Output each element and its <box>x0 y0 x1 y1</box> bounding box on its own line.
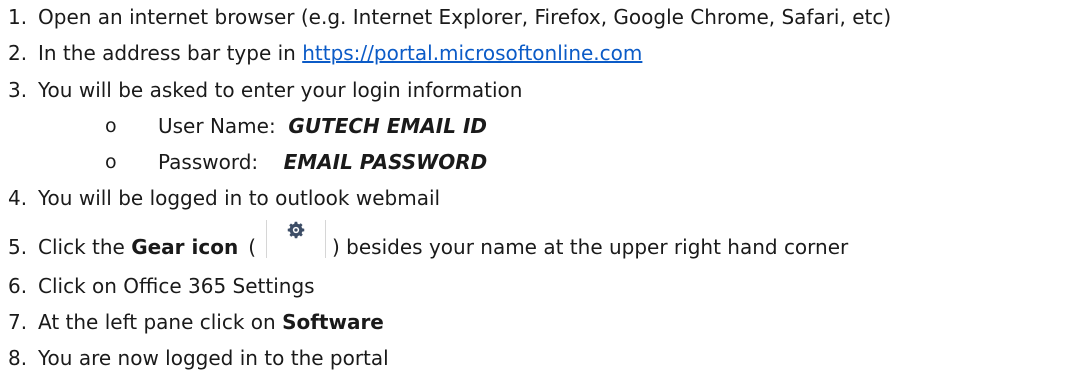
field-value: GUTECH EMAIL ID <box>288 114 487 138</box>
step-2: 2. In the address bar type in https://po… <box>8 39 642 67</box>
software-label: Software <box>282 310 384 334</box>
step-text-prefix: At the left pane click on <box>38 310 283 334</box>
gear-icon <box>287 221 305 239</box>
gear-icon-frame <box>266 220 327 258</box>
step-6: 6. Click on Office 365 Settings <box>8 272 315 300</box>
paren-close: ) <box>332 235 340 259</box>
step-number: 5. <box>8 235 28 259</box>
step-number: 3. <box>8 78 28 102</box>
step-5: 5. Click the Gear icon ( ) besides your … <box>8 220 849 261</box>
step-text-suffix: besides your name at the upper right han… <box>339 235 849 259</box>
step-8: 8. You are now logged in to the portal <box>8 344 389 372</box>
field-label: User Name: <box>158 114 289 138</box>
bullet-marker: o <box>105 115 117 137</box>
step-text: Open an internet browser (e.g. Internet … <box>38 5 892 29</box>
step-text: Click on Office 365 Settings <box>38 274 315 298</box>
step-number: 8. <box>8 346 28 370</box>
field-value: EMAIL PASSWORD <box>283 150 488 174</box>
login-field-username: o User Name: GUTECH EMAIL ID <box>105 112 487 140</box>
field-label: Password: <box>158 150 284 174</box>
step-text: You will be asked to enter your login in… <box>38 78 523 102</box>
instruction-document: 1. Open an internet browser (e.g. Intern… <box>0 0 1080 383</box>
step-number: 2. <box>8 41 28 65</box>
login-field-password: o Password: EMAIL PASSWORD <box>105 148 487 176</box>
step-text-prefix: Click the <box>38 235 132 259</box>
step-number: 4. <box>8 186 28 210</box>
bullet-marker: o <box>105 151 117 173</box>
gear-icon-label: Gear icon <box>131 235 239 259</box>
step-text: In the address bar type in <box>38 41 303 65</box>
step-1: 1. Open an internet browser (e.g. Intern… <box>8 3 891 31</box>
step-7: 7. At the left pane click on Software <box>8 308 384 336</box>
step-3: 3. You will be asked to enter your login… <box>8 76 522 104</box>
step-4: 4. You will be logged in to outlook webm… <box>8 184 440 212</box>
portal-link[interactable]: https://portal.microsoftonline.com <box>302 39 642 67</box>
paren-open: ( <box>248 235 257 259</box>
step-text: You will be logged in to outlook webmail <box>38 186 441 210</box>
step-number: 6. <box>8 274 28 298</box>
step-text: You are now logged in to the portal <box>38 346 389 370</box>
step-number: 1. <box>8 5 28 29</box>
step-number: 7. <box>8 310 28 334</box>
